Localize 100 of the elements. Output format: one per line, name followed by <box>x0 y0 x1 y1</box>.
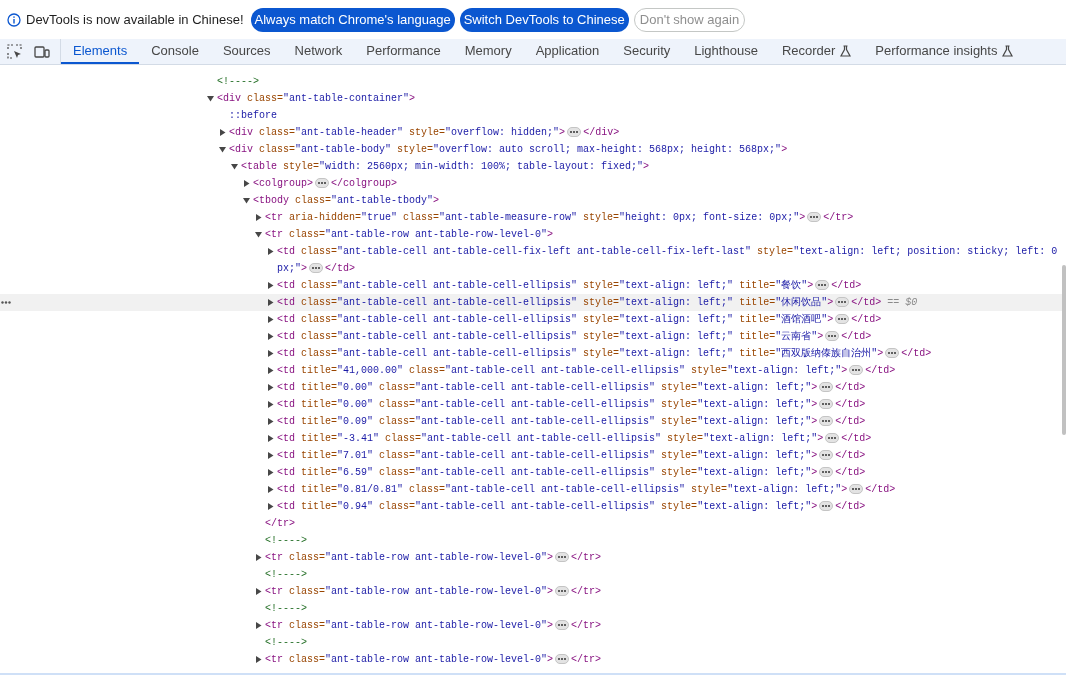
expand-triangle-icon[interactable] <box>267 282 274 289</box>
panel-tab[interactable]: Elements <box>61 39 140 64</box>
dom-node[interactable]: <td title="-3.41" class="ant-table-cell ant-table-cell-ellipsis" style="text-align: left;"> </td> <box>0 430 1066 447</box>
expand-triangle-icon[interactable] <box>219 129 226 136</box>
dom-node[interactable]: <tr class="ant-table-row ant-table-row-level-0"> </tr> <box>0 617 1066 634</box>
expand-button[interactable] <box>825 433 840 444</box>
panel-tab[interactable]: Performance <box>354 39 453 64</box>
panel-tab[interactable]: Console <box>139 39 211 64</box>
expand-triangle-icon[interactable] <box>267 401 274 408</box>
device-icon[interactable] <box>34 44 50 59</box>
dom-node[interactable]: <td title="0.09" class="ant-table-cell ant-table-cell-ellipsis" style="text-align: left;"> </td> <box>0 413 1066 430</box>
ellipsis-icon <box>558 658 567 661</box>
html-comment: <!----> <box>265 637 307 648</box>
expand-button[interactable] <box>885 348 900 359</box>
expand-button[interactable] <box>819 467 834 478</box>
expand-button[interactable] <box>819 382 834 393</box>
dom-node[interactable]: <tr class="ant-table-row ant-table-row-level-0"> <box>0 226 1066 243</box>
pseudo-element: ::before <box>229 110 277 121</box>
panel-tab[interactable]: Recorder <box>769 39 864 64</box>
expand-triangle-icon[interactable] <box>267 248 274 255</box>
dom-node[interactable]: <colgroup> </colgroup> <box>0 175 1066 192</box>
dom-node[interactable]: <tr aria-hidden="true" class="ant-table-measure-row" style="height: 0px; font-size: 0px;"> </tr> <box>0 209 1066 226</box>
expand-triangle-icon[interactable] <box>243 180 250 187</box>
dom-node[interactable]: <tbody class="ant-table-tbody"> <box>0 192 1066 209</box>
dom-node[interactable]: <td title="6.59" class="ant-table-cell ant-table-cell-ellipsis" style="text-align: left;"> </td> <box>0 464 1066 481</box>
infobar-button[interactable]: Always match Chrome's language <box>250 7 455 32</box>
ellipsis-icon <box>810 216 819 219</box>
dom-node[interactable]: <table style="width: 2560px; min-width: 100%; table-layout: fixed;"> <box>0 158 1066 175</box>
expand-triangle-icon[interactable] <box>267 367 274 374</box>
infobar-button[interactable]: Switch DevTools to Chinese <box>459 7 629 32</box>
expand-button[interactable] <box>835 314 850 325</box>
dom-node[interactable]: <div class="ant-table-container"> <box>0 90 1066 107</box>
dom-node[interactable]: <td title="0.81/0.81" class="ant-table-cell ant-table-cell-ellipsis" style="text-align: left;"> </td> <box>0 481 1066 498</box>
expand-triangle-icon[interactable] <box>267 503 274 510</box>
expand-button[interactable] <box>555 586 570 597</box>
expand-button[interactable] <box>309 263 324 274</box>
expand-button[interactable] <box>807 212 822 223</box>
expand-triangle-icon[interactable] <box>267 452 274 459</box>
expand-button[interactable] <box>555 654 570 665</box>
expand-button[interactable] <box>819 501 834 512</box>
dom-node[interactable]: <tr class="ant-table-row ant-table-row-level-0"> </tr> <box>0 549 1066 566</box>
ellipsis-icon <box>852 488 861 491</box>
expand-triangle-icon[interactable] <box>267 350 274 357</box>
expand-button[interactable] <box>819 450 834 461</box>
expand-triangle-icon[interactable] <box>267 299 274 306</box>
panel-tab[interactable]: Lighthouse <box>682 39 770 64</box>
expand-button[interactable] <box>819 416 834 427</box>
expand-button[interactable] <box>819 399 834 410</box>
dom-node[interactable]: <td class="ant-table-cell ant-table-cell-ellipsis" style="text-align: left;" title="酒馆酒吧"> </td> <box>0 311 1066 328</box>
expand-triangle-icon[interactable] <box>267 418 274 425</box>
expand-triangle-icon[interactable] <box>267 384 274 391</box>
panel-tab[interactable]: Network <box>282 39 355 64</box>
expand-triangle-icon[interactable] <box>267 435 274 442</box>
expand-triangle-icon[interactable] <box>255 214 262 221</box>
collapse-triangle-icon[interactable] <box>243 197 250 204</box>
dom-node[interactable]: <td class="ant-table-cell ant-table-cell-ellipsis" style="text-align: left;" title="云南省"> </td> <box>0 328 1066 345</box>
expand-button[interactable] <box>555 552 570 563</box>
dom-node[interactable]: <tr class="ant-table-row ant-table-row-level-0"> </tr> <box>0 583 1066 600</box>
dom-node[interactable]: <td title="41,000.00" class="ant-table-cell ant-table-cell-ellipsis" style="text-align: left;"> </td> <box>0 362 1066 379</box>
expand-button[interactable] <box>567 127 582 138</box>
expand-triangle-icon[interactable] <box>255 656 262 663</box>
expand-button[interactable] <box>555 620 570 631</box>
panel-tab[interactable]: Performance insights <box>863 39 1026 64</box>
panel-tab[interactable]: Memory <box>452 39 524 64</box>
dom-node[interactable]: <td title="0.94" class="ant-table-cell ant-table-cell-ellipsis" style="text-align: left;"> </td> <box>0 498 1066 515</box>
dom-node[interactable]: <div class="ant-table-body" style="overflow: auto scroll; max-height: 568px; height: 568px;"> <box>0 141 1066 158</box>
dom-node[interactable]: <td class="ant-table-cell ant-table-cell-ellipsis" style="text-align: left;" title="西双版纳傣族自治州"> </td> <box>0 345 1066 362</box>
expand-triangle-icon[interactable] <box>255 554 262 561</box>
collapse-triangle-icon[interactable] <box>255 231 262 238</box>
panel-tab[interactable]: Sources <box>210 39 283 64</box>
inspect-icon[interactable] <box>7 44 22 59</box>
expand-triangle-icon[interactable] <box>255 588 262 595</box>
closing-tag: </tr> <box>265 518 295 529</box>
dom-node[interactable]: <td title="0.00" class="ant-table-cell ant-table-cell-ellipsis" style="text-align: left;"> </td> <box>0 379 1066 396</box>
expand-triangle-icon[interactable] <box>267 486 274 493</box>
html-comment: <!----> <box>265 535 307 546</box>
panel-tab[interactable]: Security <box>611 39 683 64</box>
collapse-triangle-icon[interactable] <box>219 146 226 153</box>
expand-triangle-icon[interactable] <box>267 333 274 340</box>
panel-tab[interactable]: Application <box>523 39 612 64</box>
dom-node[interactable]: <td title="7.01" class="ant-table-cell ant-table-cell-ellipsis" style="text-align: left;"> </td> <box>0 447 1066 464</box>
expand-triangle-icon[interactable] <box>267 316 274 323</box>
collapse-triangle-icon[interactable] <box>231 163 238 170</box>
dom-node[interactable]: <td title="0.00" class="ant-table-cell ant-table-cell-ellipsis" style="text-align: left;"> </td> <box>0 396 1066 413</box>
dom-node[interactable]: <div class="ant-table-header" style="overflow: hidden;"> </div> <box>0 124 1066 141</box>
expand-button[interactable] <box>835 297 850 308</box>
expand-triangle-icon[interactable] <box>255 622 262 629</box>
expand-button[interactable] <box>825 331 840 342</box>
expand-button[interactable] <box>315 178 329 189</box>
expand-button[interactable] <box>849 484 864 495</box>
collapse-triangle-icon[interactable] <box>207 95 214 102</box>
expand-triangle-icon[interactable] <box>267 469 274 476</box>
dom-node[interactable]: <tr class="ant-table-row ant-table-row-level-0"> </tr> <box>0 651 1066 668</box>
dom-node[interactable]: <td class="ant-table-cell ant-table-cell-ellipsis" style="text-align: left;" title="餐饮"> </td> <box>0 277 1066 294</box>
expand-button[interactable] <box>815 280 830 291</box>
ellipsis-icon <box>822 454 831 457</box>
more-icon[interactable] <box>1 301 11 304</box>
expand-button[interactable] <box>849 365 864 376</box>
dom-node[interactable]: <td class="ant-table-cell ant-table-cell-fix-left ant-table-cell-fix-left-last" style="text-align: left; position: sticky; left: 0px;"> </td> <box>0 243 1066 277</box>
scrollbar-thumb[interactable] <box>1062 265 1066 435</box>
